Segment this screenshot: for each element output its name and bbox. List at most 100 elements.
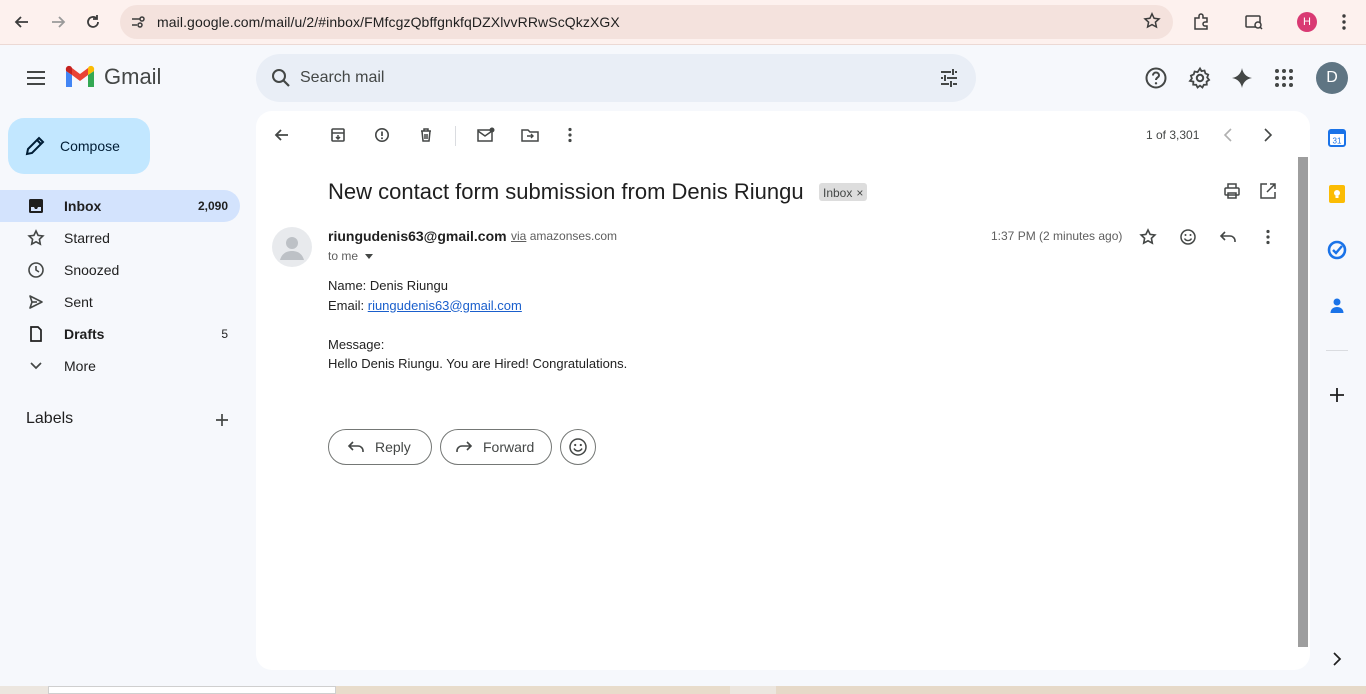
- back-arrow-icon[interactable]: [9, 9, 35, 35]
- main-menu-icon[interactable]: [22, 64, 50, 92]
- sidebar-item-label: Snoozed: [64, 262, 120, 278]
- older-chevron-right-icon[interactable]: [1254, 123, 1282, 147]
- back-to-inbox-icon[interactable]: [268, 123, 296, 147]
- delete-trash-icon[interactable]: [412, 123, 440, 147]
- extensions-icon[interactable]: [1188, 9, 1214, 35]
- email-body: Name: Denis Riungu Email: riungudenis63@…: [328, 276, 627, 374]
- report-spam-icon[interactable]: [368, 123, 396, 147]
- emoji-reaction-button[interactable]: [560, 429, 596, 465]
- tab-search-icon[interactable]: [1241, 9, 1267, 35]
- sidebar-item-label: Starred: [64, 230, 110, 246]
- reload-icon[interactable]: [80, 9, 106, 35]
- search-options-icon[interactable]: [938, 67, 960, 94]
- svg-text:31: 31: [1333, 137, 1342, 146]
- reply-button[interactable]: Reply: [328, 429, 432, 465]
- via-domain: amazonses.com: [529, 229, 618, 243]
- compose-button[interactable]: Compose: [8, 118, 150, 174]
- reply-arrow-icon: [347, 440, 365, 454]
- sender-email[interactable]: riungudenis63@gmail.com: [328, 228, 507, 244]
- gmail-logo[interactable]: Gmail: [64, 64, 161, 90]
- help-icon[interactable]: [1142, 64, 1170, 92]
- body-name-line: Name: Denis Riungu: [328, 278, 448, 293]
- chevron-down-icon: [26, 356, 46, 376]
- label-chip-text: Inbox: [823, 185, 853, 200]
- apps-grid-icon[interactable]: [1270, 64, 1298, 92]
- profile-avatar[interactable]: H: [1294, 9, 1320, 35]
- star-email-icon[interactable]: [1134, 225, 1162, 249]
- body-message-text: Hello Denis Riungu. You are Hired! Congr…: [328, 356, 628, 371]
- body-email-prefix: Email:: [328, 297, 368, 313]
- email-view: 1 of 3,301 New contact form submission f…: [256, 111, 1310, 670]
- drafts-count: 5: [221, 327, 228, 341]
- add-addon-plus-icon[interactable]: [1326, 384, 1348, 406]
- sidebar-item-sent[interactable]: Sent: [0, 286, 240, 318]
- newer-chevron-left-icon[interactable]: [1214, 123, 1242, 147]
- sender-avatar: [272, 227, 312, 267]
- add-label-plus-icon[interactable]: [212, 410, 232, 430]
- site-info-icon[interactable]: [129, 13, 147, 31]
- taskbar-item[interactable]: [48, 686, 336, 694]
- sidebar-item-label: Inbox: [64, 198, 102, 214]
- taskbar-item[interactable]: [776, 686, 1366, 694]
- remove-label-icon[interactable]: ×: [856, 186, 863, 200]
- sidebar-item-drafts[interactable]: Drafts 5: [0, 318, 240, 350]
- body-email-link[interactable]: riungudenis63@gmail.com: [368, 298, 522, 313]
- inbox-label-chip[interactable]: Inbox ×: [819, 183, 868, 201]
- search-input[interactable]: [300, 54, 900, 102]
- sidebar-item-label: Drafts: [64, 326, 105, 342]
- clock-icon: [26, 260, 46, 280]
- via-link[interactable]: via: [511, 229, 526, 243]
- draft-file-icon: [26, 324, 46, 344]
- browser-toolbar: mail.google.com/mail/u/2/#inbox/FMfcgzQb…: [0, 0, 1366, 45]
- message-more-icon[interactable]: [1254, 225, 1282, 249]
- more-options-icon[interactable]: [556, 123, 584, 147]
- gemini-sparkle-icon[interactable]: [1228, 64, 1256, 92]
- forward-button-label: Forward: [483, 439, 535, 455]
- archive-icon[interactable]: [324, 123, 352, 147]
- reply-icon[interactable]: [1214, 225, 1242, 249]
- forward-arrow-icon[interactable]: [45, 9, 71, 35]
- email-timestamp: 1:37 PM (2 minutes ago): [991, 229, 1123, 243]
- keep-notes-icon[interactable]: [1326, 183, 1348, 205]
- pencil-icon: [24, 135, 46, 157]
- gmail-m-icon: [65, 65, 95, 87]
- bookmark-star-icon[interactable]: [1143, 12, 1161, 35]
- forward-button[interactable]: Forward: [440, 429, 552, 465]
- recipient-text: to me: [328, 249, 359, 263]
- mark-unread-icon[interactable]: [472, 123, 500, 147]
- app-name: Gmail: [104, 64, 162, 89]
- expand-panel-chevron-icon[interactable]: [1326, 648, 1348, 670]
- sidebar-item-label: More: [64, 358, 96, 374]
- sidebar-item-starred[interactable]: Starred: [0, 222, 240, 254]
- browser-menu-icon[interactable]: [1331, 9, 1357, 35]
- search-icon[interactable]: [270, 67, 292, 94]
- compose-label: Compose: [60, 138, 120, 154]
- tasks-icon[interactable]: [1326, 239, 1348, 261]
- calendar-icon[interactable]: 31: [1326, 127, 1348, 149]
- taskbar-item[interactable]: [336, 686, 730, 694]
- sidebar-item-label: Sent: [64, 294, 93, 310]
- reply-button-label: Reply: [375, 439, 411, 455]
- profile-initial: H: [1297, 12, 1317, 32]
- open-new-window-icon[interactable]: [1254, 179, 1282, 203]
- contacts-icon[interactable]: [1326, 295, 1348, 317]
- labels-heading: Labels: [26, 410, 74, 427]
- taskbar-strip: [0, 686, 1366, 694]
- vertical-scrollbar[interactable]: [1298, 157, 1308, 647]
- search-bar[interactable]: [256, 54, 976, 102]
- toolbar-divider: [455, 126, 456, 146]
- pagination-text: 1 of 3,301: [1146, 128, 1200, 142]
- address-bar[interactable]: mail.google.com/mail/u/2/#inbox/FMfcgzQb…: [120, 5, 1173, 39]
- emoji-react-icon[interactable]: [1174, 225, 1202, 249]
- smiley-icon: [568, 437, 588, 457]
- move-to-icon[interactable]: [516, 123, 544, 147]
- sidebar-item-more[interactable]: More: [0, 350, 240, 382]
- account-avatar[interactable]: D: [1316, 62, 1348, 94]
- url-text[interactable]: mail.google.com/mail/u/2/#inbox/FMfcgzQb…: [157, 14, 620, 30]
- print-icon[interactable]: [1218, 179, 1246, 203]
- settings-gear-icon[interactable]: [1186, 64, 1214, 92]
- sidebar-item-inbox[interactable]: Inbox 2,090: [0, 190, 240, 222]
- recipients-toggle[interactable]: to me: [328, 249, 374, 263]
- sidebar-item-snoozed[interactable]: Snoozed: [0, 254, 240, 286]
- caret-down-icon: [364, 249, 374, 263]
